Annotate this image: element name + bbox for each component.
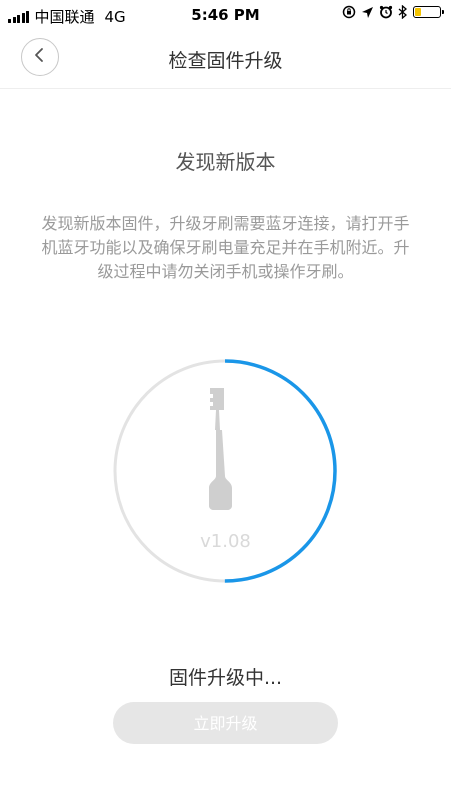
location-arrow-icon bbox=[361, 6, 374, 19]
alarm-icon bbox=[379, 5, 393, 19]
upgrade-status-text: 固件升级中... bbox=[168, 667, 283, 689]
navigation-bar: 检查固件升级 bbox=[0, 30, 451, 89]
battery-level bbox=[415, 8, 421, 16]
battery-icon bbox=[413, 6, 444, 18]
new-version-heading: 发现新版本 bbox=[175, 150, 276, 174]
firmware-version: v1.08 bbox=[200, 531, 251, 552]
bluetooth-icon bbox=[398, 5, 407, 19]
screen-rotation-lock-icon bbox=[342, 5, 356, 19]
upgrade-now-button[interactable]: 立即升级 bbox=[113, 702, 338, 744]
toothbrush-icon bbox=[209, 388, 232, 510]
status-bar: 中国联通 4G 5:46 PM bbox=[0, 0, 451, 30]
upgrade-description: 发现新版本固件，升级牙刷需要蓝牙连接，请打开手机蓝牙功能以及确保牙刷电量充足并在… bbox=[41, 214, 410, 281]
status-right bbox=[337, 5, 444, 19]
page-title: 检查固件升级 bbox=[168, 50, 283, 72]
